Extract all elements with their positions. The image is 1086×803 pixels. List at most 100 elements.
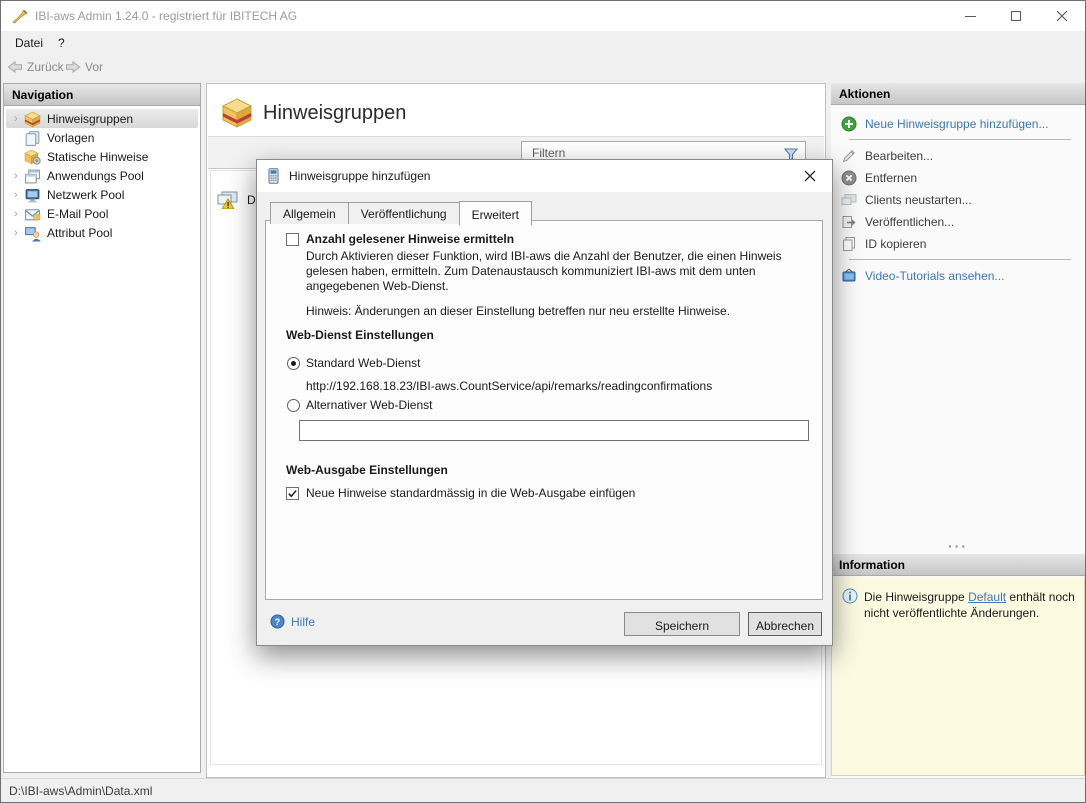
list-item-warning-icon — [217, 191, 239, 209]
standard-webservice-url: http://192.168.18.23/IBI-aws.CountServic… — [306, 379, 712, 394]
alternative-webservice-radio[interactable] — [287, 399, 300, 412]
nav-item-hinweisgruppen[interactable]: › Hinweisgruppen — [6, 109, 198, 128]
action-copy-id[interactable]: ID kopieren — [831, 233, 1085, 255]
publish-icon — [841, 214, 857, 230]
maximize-button[interactable] — [993, 1, 1039, 31]
action-video-tutorials[interactable]: Video-Tutorials ansehen... — [831, 265, 1085, 287]
count-read-notices-checkbox[interactable] — [286, 233, 299, 246]
nav-item-label: Anwendungs Pool — [47, 169, 144, 183]
right-panel: Aktionen Neue Hinweisgruppe hinzufügen..… — [831, 83, 1085, 778]
count-read-notices-label: Anzahl gelesener Hinweise ermitteln — [306, 232, 514, 247]
tab-veroeffentlichung[interactable]: Veröffentlichung — [348, 202, 460, 224]
data-file-path: D:\IBI-aws\Admin\Data.xml — [9, 784, 152, 798]
divider — [849, 259, 1071, 260]
nav-item-netzwerk-pool[interactable]: › Netzwerk Pool — [6, 185, 198, 204]
chevron-right-icon[interactable]: › — [6, 189, 24, 201]
window-title: IBI-aws Admin 1.24.0 - registriert für I… — [35, 9, 297, 23]
weboutput-default-checkbox[interactable] — [286, 487, 299, 500]
back-button[interactable]: Zurück — [7, 59, 64, 75]
save-button[interactable]: Speichern — [624, 612, 740, 636]
standard-webservice-label: Standard Web-Dienst — [306, 356, 421, 371]
dialog-close-button[interactable] — [796, 164, 824, 188]
count-read-notices-note: Hinweis: Änderungen an dieser Einstellun… — [306, 304, 814, 319]
tab-allgemein[interactable]: Allgemein — [270, 202, 349, 224]
close-button[interactable] — [1039, 1, 1085, 31]
nav-item-label: E-Mail Pool — [47, 207, 108, 221]
notice-group-box-icon — [24, 111, 41, 127]
information-panel: Die Hinweisgruppe Default enthält noch n… — [831, 577, 1085, 776]
action-publish[interactable]: Veröffentlichen... — [831, 211, 1085, 233]
help-label: Hilfe — [291, 615, 315, 629]
nav-item-anwendungs-pool[interactable]: › Anwendungs Pool — [6, 166, 198, 185]
email-envelope-icon — [24, 206, 41, 222]
nav-item-label: Hinweisgruppen — [47, 112, 133, 126]
back-label: Zurück — [27, 60, 64, 74]
nav-item-email-pool[interactable]: › E-Mail Pool — [6, 204, 198, 223]
navigation-panel: Navigation › Hinweisgruppen Vorlagen — [3, 83, 201, 773]
action-remove[interactable]: Entfernen — [831, 167, 1085, 189]
static-notices-box-gear-icon — [24, 149, 41, 165]
nav-item-label: Netzwerk Pool — [47, 188, 124, 202]
tab-erweitert-page: Anzahl gelesener Hinweise ermitteln Durc… — [265, 220, 823, 600]
default-group-link[interactable]: Default — [968, 590, 1006, 604]
action-label: Bearbeiten... — [865, 149, 933, 163]
nav-item-vorlagen[interactable]: Vorlagen — [6, 128, 198, 147]
list-item[interactable]: D — [217, 191, 256, 209]
maximize-icon — [1011, 11, 1021, 21]
dialog-title: Hinweisgruppe hinzufügen — [289, 169, 430, 183]
chevron-right-icon[interactable]: › — [6, 113, 24, 125]
titlebar: IBI-aws Admin 1.24.0 - registriert für I… — [1, 1, 1085, 31]
forward-icon — [65, 59, 81, 75]
forward-label: Vor — [85, 60, 103, 74]
app-window: IBI-aws Admin 1.24.0 - registriert für I… — [0, 0, 1086, 803]
remove-icon — [841, 170, 857, 186]
list-item-label: D — [247, 193, 256, 207]
add-hinweisgruppe-dialog: Hinweisgruppe hinzufügen Allgemein Veröf… — [256, 159, 833, 646]
edit-icon — [841, 148, 857, 164]
action-label: ID kopieren — [865, 237, 926, 251]
count-read-notices-description: Durch Aktivieren dieser Funktion, wird I… — [306, 249, 814, 294]
splitter-grip[interactable]: ··· — [831, 543, 1085, 553]
menubar: Datei ? — [1, 31, 1085, 56]
info-text-before: Die Hinweisgruppe — [864, 590, 968, 604]
alternative-webservice-input[interactable] — [299, 420, 809, 441]
nav-item-statische-hinweise[interactable]: Statische Hinweise — [6, 147, 198, 166]
standard-webservice-radio[interactable] — [287, 357, 300, 370]
restart-clients-icon — [841, 192, 857, 208]
application-windows-icon — [24, 168, 41, 184]
page-title: Hinweisgruppen — [263, 102, 406, 125]
action-edit[interactable]: Bearbeiten... — [831, 145, 1085, 167]
attribute-user-icon — [24, 225, 41, 241]
navigation-header: Navigation — [4, 84, 200, 106]
cancel-button[interactable]: Abbrechen — [748, 612, 822, 636]
close-icon — [1056, 10, 1068, 22]
navigation-toolbar: Zurück Vor — [1, 56, 1085, 82]
network-monitor-icon — [24, 187, 41, 203]
back-icon — [7, 59, 23, 75]
help-link[interactable]: ? Hilfe — [270, 614, 315, 629]
webservice-section-label: Web-Dienst Einstellungen — [286, 328, 434, 343]
nav-item-label: Statische Hinweise — [47, 150, 148, 164]
action-restart-clients[interactable]: Clients neustarten... — [831, 189, 1085, 211]
chevron-right-icon[interactable]: › — [6, 170, 24, 182]
window-controls — [947, 1, 1085, 31]
action-add-hinweisgruppe[interactable]: Neue Hinweisgruppe hinzufügen... — [831, 113, 1085, 135]
action-label: Entfernen — [865, 171, 917, 185]
alternative-webservice-label: Alternativer Web-Dienst — [306, 398, 433, 413]
dialog-footer: ? Hilfe Speichern Abbrechen — [257, 601, 832, 645]
tab-erweitert[interactable]: Erweitert — [459, 201, 532, 226]
menu-help[interactable]: ? — [58, 36, 65, 50]
information-header: Information — [831, 554, 1085, 576]
menu-file[interactable]: Datei — [15, 36, 43, 50]
video-icon — [841, 268, 857, 284]
chevron-right-icon[interactable]: › — [6, 208, 24, 220]
actions-header: Aktionen — [831, 83, 1085, 105]
navigation-tree: › Hinweisgruppen Vorlagen Statische Hinw… — [4, 106, 200, 772]
divider — [849, 139, 1071, 140]
chevron-right-icon[interactable]: › — [6, 227, 24, 239]
minimize-button[interactable] — [947, 1, 993, 31]
add-icon — [841, 116, 857, 132]
nav-item-attribut-pool[interactable]: › Attribut Pool — [6, 223, 198, 242]
action-label: Video-Tutorials ansehen... — [865, 269, 1004, 283]
forward-button[interactable]: Vor — [65, 59, 103, 75]
